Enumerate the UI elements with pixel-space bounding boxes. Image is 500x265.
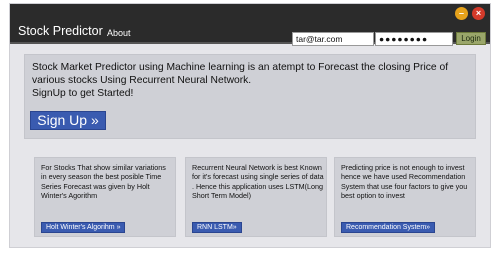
app-title[interactable]: Stock Predictor	[18, 24, 103, 38]
hero-cta-text: SignUp to get Started!	[32, 88, 134, 99]
close-icon[interactable]: ×	[472, 7, 485, 20]
top-navbar: Stock Predictor About – × Login	[10, 4, 490, 46]
rnn-lstm-button[interactable]: RNN LSTM»	[192, 222, 242, 233]
feature-card-recommendation: Predicting price is not enough to invest…	[334, 157, 476, 237]
hero-intro-text: Stock Market Predictor using Machine lea…	[32, 62, 449, 86]
password-field[interactable]	[375, 32, 453, 46]
holt-winters-button[interactable]: Holt Winter's Algorihm »	[41, 222, 126, 233]
hero-panel: Stock Market Predictor using Machine lea…	[24, 54, 476, 139]
card-description: For Stocks That show similar variations …	[41, 163, 166, 201]
feature-card-holt-winters: For Stocks That show similar variations …	[34, 157, 176, 237]
feature-card-rnn-lstm: Recurrent Neural Network is best Known f…	[185, 157, 327, 237]
login-button[interactable]: Login	[456, 32, 486, 45]
recommendation-system-button[interactable]: Recommendation System»	[341, 222, 436, 233]
nav-about-link[interactable]: About	[107, 28, 131, 38]
hero-description: Stock Market Predictor using Machine lea…	[32, 61, 472, 100]
card-description: Predicting price is not enough to invest…	[341, 163, 468, 201]
signup-button[interactable]: Sign Up »	[30, 111, 106, 130]
card-description: Recurrent Neural Network is best Known f…	[192, 163, 324, 201]
minimize-icon[interactable]: –	[455, 7, 468, 20]
email-field[interactable]	[292, 32, 374, 46]
app-window: Stock Predictor About – × Login Stock Ma…	[10, 4, 490, 247]
